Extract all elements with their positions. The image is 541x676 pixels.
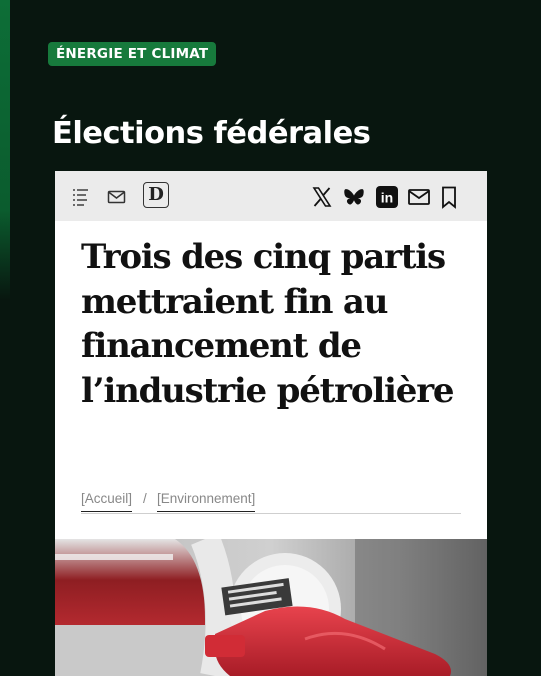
bookmark-icon[interactable] (437, 185, 461, 209)
article-card: D in Trois des cinq partis mettraient fi… (55, 171, 487, 676)
article-headline: Trois des cinq partis mettraient fin au … (81, 237, 455, 411)
menu-list-icon[interactable] (69, 185, 93, 209)
article-toolbar: D in (55, 171, 487, 221)
svg-text:in: in (381, 190, 393, 206)
breadcrumb-home-link[interactable]: [Accueil] (81, 489, 133, 512)
breadcrumb-environment-link[interactable]: [Environnement] (157, 489, 256, 512)
accent-bar (0, 0, 10, 300)
section-title: Élections fédérales (52, 116, 371, 151)
category-badge: ÉNERGIE ET CLIMAT (48, 42, 217, 66)
breadcrumb: [Accueil] / [Environnement] (81, 489, 461, 514)
fuel-nozzle-photo (55, 539, 487, 676)
share-mail-icon[interactable] (407, 185, 431, 209)
linkedin-icon[interactable]: in (375, 185, 399, 209)
le-devoir-logo[interactable]: D (143, 182, 169, 208)
mail-icon[interactable] (105, 185, 129, 209)
x-icon[interactable] (310, 185, 334, 209)
bluesky-icon[interactable] (342, 185, 366, 209)
breadcrumb-separator: / (143, 491, 147, 506)
